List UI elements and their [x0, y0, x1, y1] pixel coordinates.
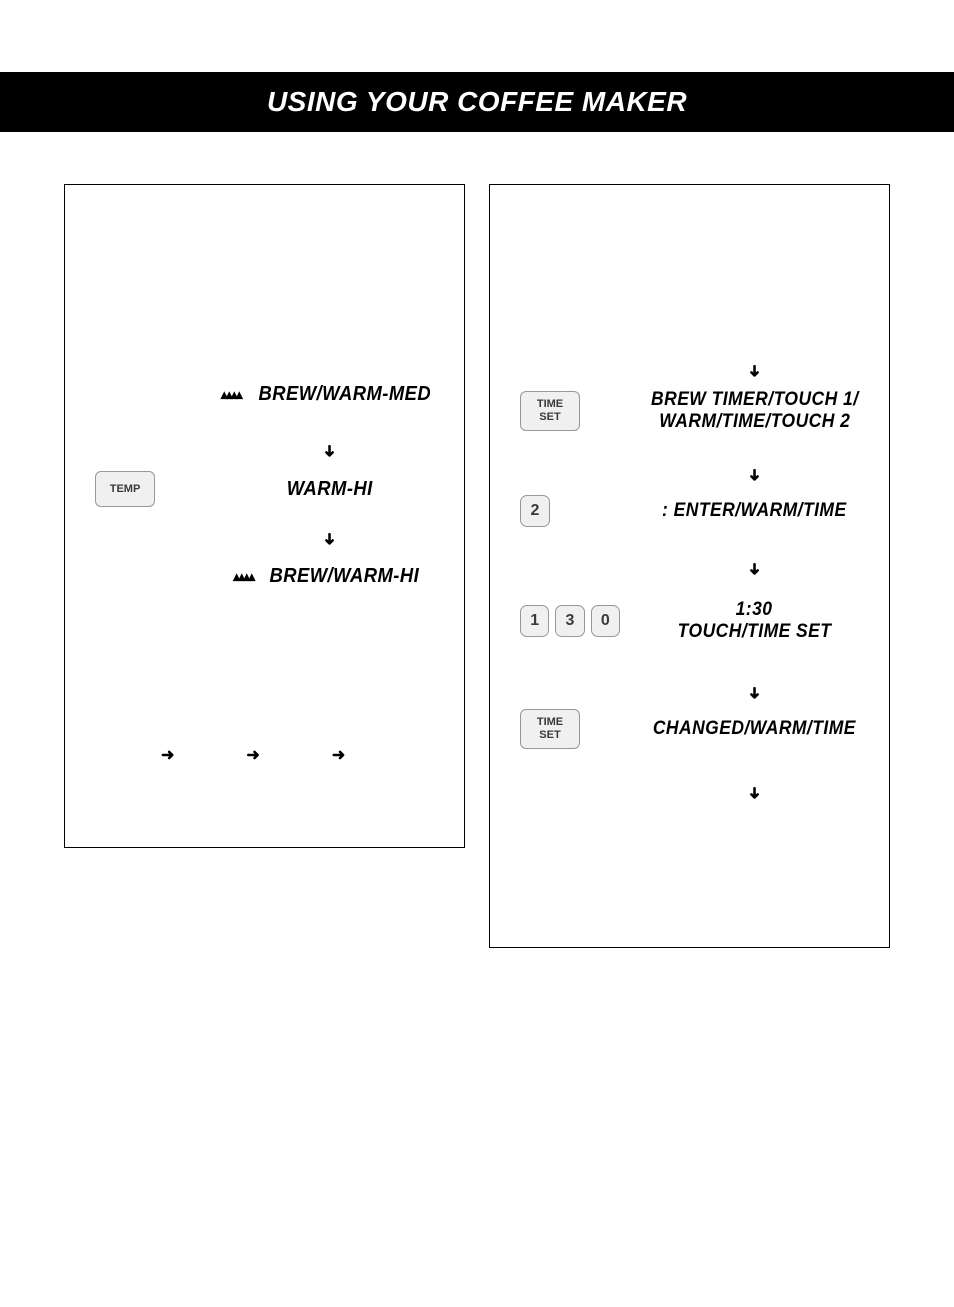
btn-line: TIME	[537, 716, 563, 729]
left-row-2: TEMP WARM-HI	[65, 471, 464, 507]
arrow-down-icon: ➜	[320, 444, 340, 457]
digit-1-button[interactable]: 1	[520, 605, 549, 637]
lcd-text: 1:30	[736, 599, 773, 621]
left-row-1: ▴▴▴▴ BREW/WARM-MED	[65, 383, 464, 406]
columns-container: ▴▴▴▴ BREW/WARM-MED ➜ TEMP WARM-HI	[0, 184, 954, 948]
arrow-row: ➜	[490, 559, 889, 579]
lcd-text: CHANGED/WARM/TIME	[653, 718, 856, 740]
lcd-text: BREW/WARM-HI	[270, 565, 420, 588]
time-set-button[interactable]: TIME SET	[520, 391, 580, 431]
lcd-text: WARM-HI	[286, 478, 372, 501]
right-row-2: 2 : ENTER/WARM/TIME	[490, 495, 889, 527]
arrow-down-icon: ➜	[320, 532, 340, 545]
arrow-down-icon: ➜	[745, 364, 765, 377]
left-row-3: ▴▴▴▴ BREW/WARM-HI	[65, 565, 464, 588]
arrow-row: ➜	[65, 441, 464, 461]
arrow-row: ➜	[65, 529, 464, 549]
time-set-button[interactable]: TIME SET	[520, 709, 580, 749]
left-panel: ▴▴▴▴ BREW/WARM-MED ➜ TEMP WARM-HI	[64, 184, 465, 848]
steam-icon: ▴▴▴▴	[233, 573, 257, 581]
arrow-row: ➜	[490, 465, 889, 485]
digit-3-button[interactable]: 3	[555, 605, 584, 637]
right-arrows-row: ➜ ➜ ➜	[161, 745, 345, 765]
arrow-down-icon: ➜	[745, 786, 765, 799]
btn-line: TIME	[537, 398, 563, 411]
right-panel: ➜ TIME SET BREW TIMER/TOUCH 1/ WARM/TIME…	[489, 184, 890, 948]
page-title: USING YOUR COFFEE MAKER	[0, 86, 954, 118]
steam-icon: ▴▴▴▴	[221, 391, 245, 399]
lcd-line: ▴▴▴▴ BREW/WARM-MED	[221, 383, 439, 406]
digit-2-button[interactable]: 2	[520, 495, 550, 527]
arrow-right-icon: ➜	[332, 745, 345, 765]
lcd-text: : ENTER/WARM/TIME	[662, 500, 847, 522]
btn-line: SET	[539, 411, 560, 424]
btn-line: SET	[539, 729, 560, 742]
arrow-row: ➜	[490, 361, 889, 381]
lcd-text: WARM/TIME/TOUCH 2	[659, 411, 850, 433]
arrow-right-icon: ➜	[161, 745, 174, 765]
temp-button[interactable]: TEMP	[95, 471, 155, 507]
digit-0-button[interactable]: 0	[591, 605, 620, 637]
lcd-line: ▴▴▴▴ BREW/WARM-HI	[233, 565, 426, 588]
arrow-right-icon: ➜	[246, 745, 259, 765]
arrow-row: ➜	[490, 683, 889, 703]
right-row-4: TIME SET CHANGED/WARM/TIME	[490, 709, 889, 749]
lcd-text: TOUCH/TIME SET	[678, 621, 832, 643]
lcd-text: BREW/WARM-MED	[258, 383, 431, 406]
arrow-row: ➜	[490, 783, 889, 803]
page-header: USING YOUR COFFEE MAKER	[0, 72, 954, 132]
arrow-down-icon: ➜	[745, 686, 765, 699]
right-row-1: TIME SET BREW TIMER/TOUCH 1/ WARM/TIME/T…	[490, 389, 889, 433]
arrow-down-icon: ➜	[745, 562, 765, 575]
right-row-3: 1 3 0 1:30 TOUCH/TIME SET	[490, 599, 889, 643]
lcd-text: BREW TIMER/TOUCH 1/	[651, 389, 859, 411]
arrow-down-icon: ➜	[745, 468, 765, 481]
